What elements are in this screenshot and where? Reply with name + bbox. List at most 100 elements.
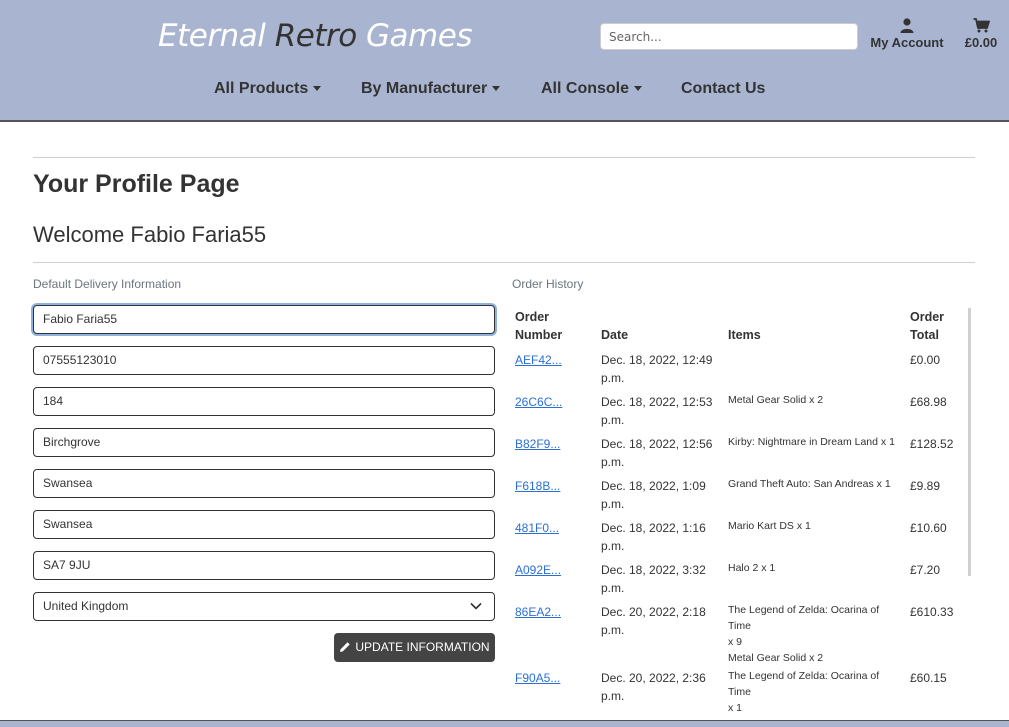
order-items-cell: Halo 2 x 1: [728, 560, 904, 576]
order-item-line: Kirby: Nightmare in Dream Land x 1: [728, 436, 895, 448]
county-field[interactable]: Swansea: [33, 510, 495, 539]
col-header-order-number: Order Number: [515, 308, 562, 344]
page-title: Your Profile Page: [33, 170, 240, 198]
divider-top: [33, 157, 975, 158]
order-number-cell: B82F9...: [515, 435, 560, 453]
phone-number-field[interactable]: 07555123010: [33, 346, 495, 375]
order-item-line: Grand Theft Auto: San Andreas x 1: [728, 478, 891, 490]
order-number-cell: AEF42...: [515, 351, 562, 369]
order-number-cell: F618B...: [515, 477, 560, 495]
order-history-table[interactable]: Order Number Date Items Order Total AEF4…: [512, 308, 967, 718]
order-total-cell: £9.89: [910, 479, 941, 493]
update-information-button[interactable]: UPDATE INFORMATION: [334, 633, 495, 662]
order-date-line: Dec. 18, 2022, 1:16: [601, 521, 706, 535]
caret-down-icon: [492, 86, 501, 92]
brand-word-games: Games: [366, 18, 472, 54]
order-date-line: p.m.: [601, 623, 625, 637]
caret-down-icon: [313, 86, 322, 92]
full-name-field[interactable]: Fabio Faria55: [33, 305, 495, 334]
order-number-cell: 481F0...: [515, 519, 559, 537]
country-select[interactable]: United Kingdom: [33, 592, 495, 621]
order-date-line: Dec. 18, 2022, 12:53: [601, 395, 713, 409]
nav-by-manufacturer[interactable]: By Manufacturer: [361, 80, 501, 98]
order-history-scrollbar[interactable]: [968, 308, 971, 576]
order-date-line: p.m.: [601, 455, 625, 469]
order-date-cell: Dec. 18, 2022, 3:32 p.m.: [601, 561, 706, 597]
order-number-link[interactable]: 26C6C...: [515, 395, 562, 409]
order-items-cell: Grand Theft Auto: San Andreas x 1: [728, 476, 904, 492]
order-date-line: p.m.: [601, 689, 625, 703]
brand-word-retro: Retro: [274, 18, 357, 54]
order-total-cell: £0.00: [910, 353, 941, 367]
col-header-order-total-line2: Total: [910, 328, 939, 342]
order-number-link[interactable]: F90A5...: [515, 671, 560, 685]
nav-all-console[interactable]: All Console: [541, 80, 643, 98]
cart-icon: [973, 18, 990, 33]
order-item-line: Halo 2 x 1: [728, 562, 776, 574]
street-address2-field[interactable]: Birchgrove: [33, 428, 495, 457]
order-date-line: Dec. 20, 2022, 2:36: [601, 671, 706, 685]
nav-all-console-label: All Console: [541, 80, 630, 97]
town-city-field[interactable]: Swansea: [33, 469, 495, 498]
order-item-line: Metal Gear Solid x 2: [728, 394, 824, 406]
order-number-link[interactable]: A092E...: [515, 563, 561, 577]
my-account-label: My Account: [870, 35, 944, 50]
order-date-cell: Dec. 18, 2022, 12:53 p.m.: [601, 393, 712, 429]
order-date-line: Dec. 18, 2022, 1:09: [601, 479, 706, 493]
delivery-info-label: Default Delivery Information: [33, 277, 182, 291]
brand-logo[interactable]: Eternal Retro Games: [158, 18, 472, 54]
order-date-line: p.m.: [601, 581, 625, 595]
order-number-link[interactable]: F618B...: [515, 479, 560, 493]
order-date-cell: Dec. 18, 2022, 12:56 p.m.: [601, 435, 712, 471]
search-input[interactable]: [600, 23, 858, 50]
nav-contact-us-label: Contact Us: [681, 80, 766, 97]
order-item-line: The Legend of Zelda: Ocarina of Time: [728, 670, 880, 698]
order-total-cell: £68.98: [910, 395, 947, 409]
postcode-field[interactable]: SA7 9JU: [33, 551, 495, 580]
col-header-items: Items: [728, 328, 761, 342]
street-address1-field[interactable]: 184: [33, 387, 495, 416]
col-header-order-total-line1: Order: [910, 310, 945, 324]
country-select-value: United Kingdom: [43, 599, 129, 613]
cart-link[interactable]: £0.00: [960, 18, 1002, 50]
user-icon: [900, 18, 914, 33]
order-date-line: Dec. 18, 2022, 12:56: [601, 437, 713, 451]
order-number-link[interactable]: AEF42...: [515, 353, 562, 367]
order-items-cell: Mario Kart DS x 1: [728, 518, 904, 534]
order-number-cell: 86EA2...: [515, 603, 561, 621]
nav-all-products[interactable]: All Products: [214, 80, 322, 98]
nav-contact-us[interactable]: Contact Us: [681, 80, 765, 98]
col-header-date: Date: [601, 328, 629, 342]
pencil-icon: [340, 642, 351, 652]
order-number-cell: A092E...: [515, 561, 561, 579]
order-date-cell: Dec. 20, 2022, 2:36 p.m.: [601, 669, 706, 705]
my-account-link[interactable]: My Account: [868, 18, 946, 50]
order-number-link[interactable]: 481F0...: [515, 521, 559, 535]
order-item-line: Metal Gear Solid x 2: [728, 652, 824, 664]
order-date-line: p.m.: [601, 497, 625, 511]
site-header: Eternal Retro Games My Account £0.00 All…: [0, 0, 1009, 122]
order-total-cell: £128.52: [910, 437, 954, 451]
col-header-order-total: Order Total: [910, 308, 944, 344]
order-items-cell: The Legend of Zelda: Ocarina of Time x 1: [728, 668, 904, 716]
order-number-link[interactable]: 86EA2...: [515, 605, 561, 619]
order-total-cell: £10.60: [910, 521, 947, 535]
nav-all-products-label: All Products: [214, 80, 309, 97]
order-date-cell: Dec. 18, 2022, 1:09 p.m.: [601, 477, 706, 513]
nav-by-manufacturer-label: By Manufacturer: [361, 80, 488, 97]
order-date-line: p.m.: [601, 539, 625, 553]
order-item-line: x 1: [728, 702, 743, 714]
col-header-order-number-line2: Number: [515, 328, 563, 342]
cart-total: £0.00: [964, 35, 998, 50]
divider-welcome: [33, 262, 975, 263]
order-date-line: Dec. 18, 2022, 3:32: [601, 563, 706, 577]
order-total-cell: £610.33: [910, 605, 954, 619]
chevron-down-icon: [470, 602, 482, 610]
order-date-cell: Dec. 20, 2022, 2:18 p.m.: [601, 603, 706, 639]
order-number-link[interactable]: B82F9...: [515, 437, 560, 451]
order-item-line: The Legend of Zelda: Ocarina of Time: [728, 604, 880, 632]
caret-down-icon: [634, 86, 643, 92]
order-total-cell: £7.20: [910, 563, 941, 577]
order-date-line: Dec. 18, 2022, 12:49: [601, 353, 713, 367]
order-date-line: Dec. 20, 2022, 2:18: [601, 605, 706, 619]
